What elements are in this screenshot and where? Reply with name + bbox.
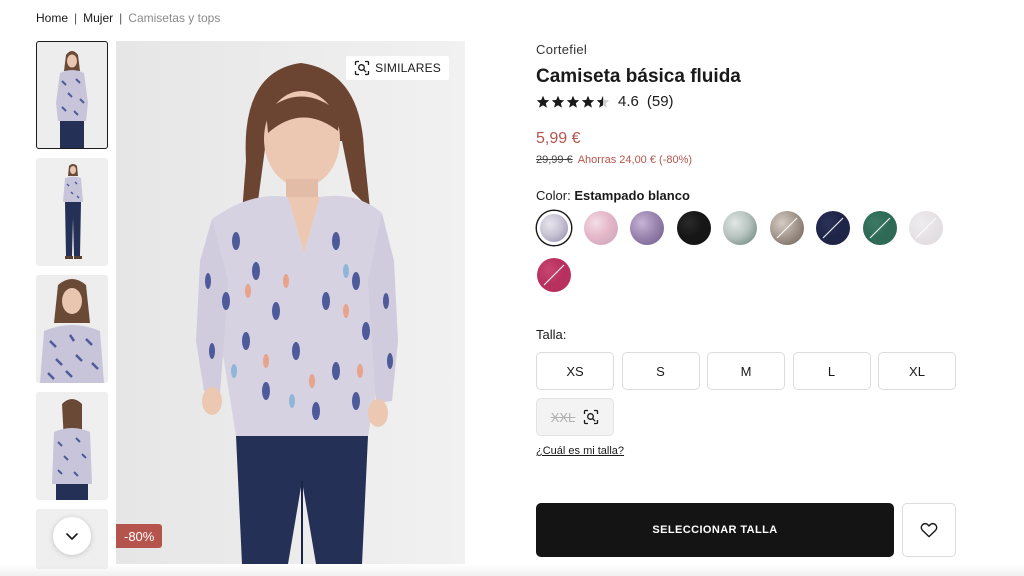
breadcrumb-separator: |	[74, 11, 78, 25]
price-discount-info: 29,99 € Ahorras 24,00 € (-80%)	[536, 154, 956, 166]
unavailable-strike	[822, 217, 844, 239]
color-swatch-estampado-blanco[interactable]	[537, 211, 571, 245]
similar-label: SIMILARES	[375, 61, 441, 75]
size-option-xl[interactable]: XL	[878, 352, 956, 390]
wishlist-button[interactable]	[902, 503, 956, 557]
breadcrumb-mujer[interactable]: Mujer	[83, 11, 113, 25]
color-swatch-estampado-marron[interactable]	[769, 211, 804, 245]
star-icon	[581, 95, 595, 108]
search-similar-icon	[584, 409, 599, 425]
selected-color-name: Estampado blanco	[574, 188, 690, 203]
size-option-l[interactable]: L	[792, 352, 871, 390]
similar-button[interactable]: SIMILARES	[346, 56, 449, 80]
thumbnail-image	[36, 275, 108, 383]
breadcrumb-separator: |	[119, 11, 123, 25]
color-swatch-negro[interactable]	[676, 211, 711, 245]
rating-count: (59)	[646, 93, 674, 110]
product-brand[interactable]: Cortefiel	[536, 42, 956, 57]
color-swatch-estampado-malva[interactable]	[630, 211, 664, 245]
rating-value: 4.6	[618, 93, 639, 110]
thumbnail-image	[36, 41, 108, 149]
size-option-xxl[interactable]: XXL	[536, 398, 614, 436]
chevron-down-icon	[66, 533, 78, 540]
size-options: XS S M L XL XXL	[536, 352, 956, 438]
size-option-label: S	[656, 363, 665, 379]
current-price: 5,99 €	[536, 130, 581, 147]
old-price: 29,99 €	[536, 154, 573, 166]
color-swatch-gris-claro[interactable]	[909, 211, 943, 245]
product-title: Camiseta básica fluida	[536, 66, 741, 87]
size-guide-link[interactable]: ¿Cuál es mi talla?	[536, 445, 624, 457]
color-label: Color: Estampado blanco	[536, 188, 956, 203]
product-photo	[116, 41, 465, 564]
product-rating[interactable]: 4.6 (59)	[536, 93, 956, 110]
thumbnail-image	[36, 158, 108, 266]
size-option-label: XS	[566, 363, 584, 379]
unavailable-strike	[915, 217, 937, 239]
rating-stars	[536, 95, 610, 109]
breadcrumb-current: Camisetas y tops	[128, 11, 221, 25]
size-option-label: XXL	[550, 409, 576, 425]
thumbnail-2[interactable]	[36, 158, 108, 266]
thumbnail-image	[36, 392, 108, 500]
size-option-label: M	[740, 363, 752, 379]
star-icon	[566, 95, 580, 108]
color-swatch-fucsia[interactable]	[537, 258, 571, 292]
unavailable-strike	[543, 264, 565, 286]
breadcrumb-home[interactable]: Home	[36, 11, 68, 25]
size-option-s[interactable]: S	[621, 352, 700, 390]
size-option-m[interactable]: M	[707, 352, 785, 390]
color-swatches	[536, 211, 956, 303]
size-option-xs[interactable]: XS	[536, 352, 614, 390]
color-label-prefix: Color:	[536, 188, 571, 203]
thumbnails-scroll-down-button[interactable]	[53, 517, 91, 555]
thumbnail-4[interactable]	[36, 392, 108, 500]
color-swatch-verde[interactable]	[862, 211, 897, 245]
star-icon	[536, 95, 550, 108]
color-swatch-estampado-verde[interactable]	[723, 211, 757, 245]
size-option-label: XL	[909, 363, 925, 379]
color-swatch-azul-marino[interactable]	[816, 211, 850, 245]
thumbnail-3[interactable]	[36, 275, 108, 383]
size-option-label: L	[827, 363, 836, 379]
size-label: Talla:	[536, 327, 567, 342]
search-similar-icon	[355, 60, 370, 76]
color-swatch-estampado-rosa[interactable]	[583, 211, 618, 245]
star-icon	[596, 95, 610, 108]
bottom-edge-shadow	[0, 564, 1024, 576]
breadcrumb: Home | Mujer | Camisetas y tops	[36, 11, 220, 25]
discount-badge: -80%	[116, 524, 163, 548]
product-info: Cortefiel Camiseta básica fluida 4.6 (59…	[536, 42, 956, 438]
savings-text: Ahorras 24,00 € (-80%)	[577, 154, 693, 166]
unavailable-strike	[869, 217, 890, 239]
heart-icon	[920, 522, 938, 538]
product-main-image[interactable]: SIMILARES -80%	[116, 41, 465, 564]
select-size-button[interactable]: SELECCIONAR TALLA	[536, 503, 894, 557]
star-icon	[551, 95, 565, 108]
unavailable-strike	[776, 217, 797, 239]
thumbnail-1[interactable]	[36, 41, 108, 149]
